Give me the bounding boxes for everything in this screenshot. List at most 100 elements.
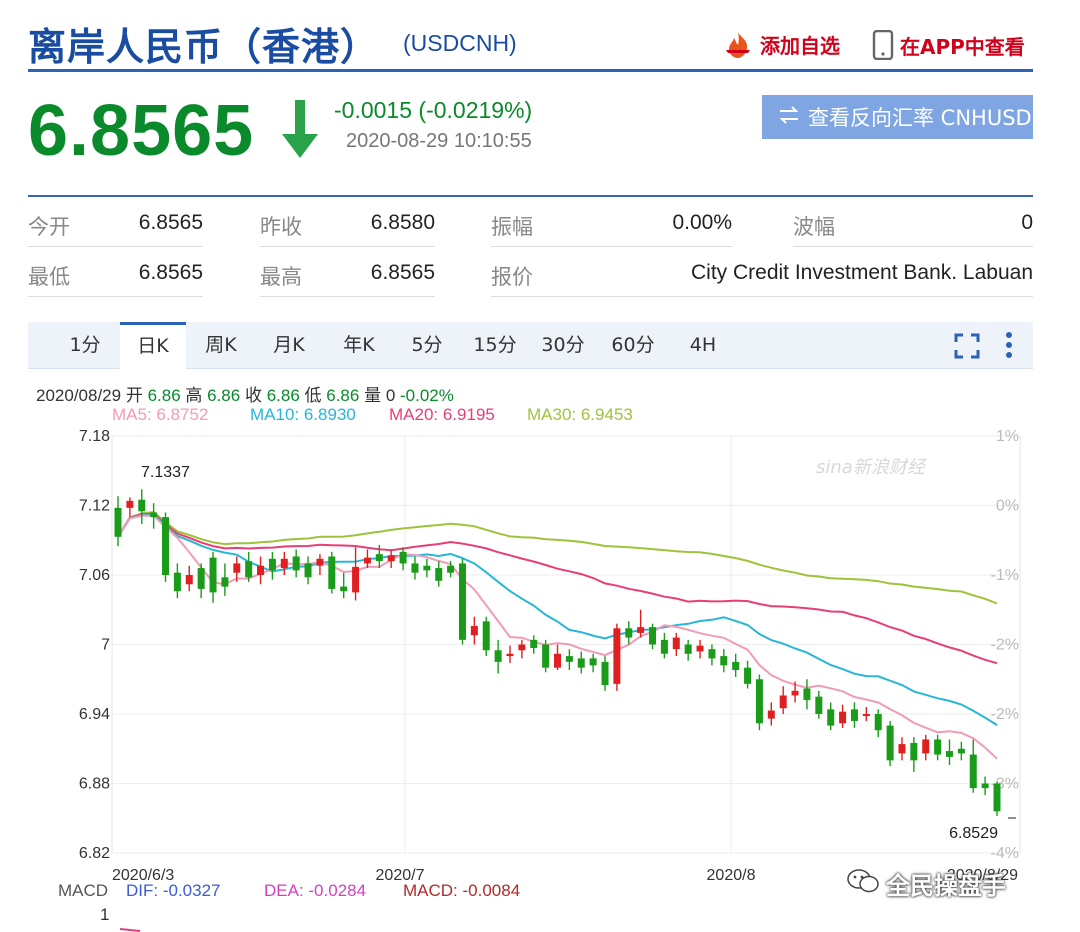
candle-body [720,656,728,666]
ma20-line [117,512,998,665]
stat-label-volatility: 波幅 [793,216,835,239]
open-app-button[interactable]: 在APP中查看 [872,30,1025,60]
ma10-line [117,513,998,726]
ma30-legend: MA30: 6.9453 [527,405,633,424]
y-tick-label: 7.06 [79,567,110,584]
candle-body [162,517,170,575]
candle-body [637,627,645,633]
candle-body [530,639,538,648]
stat-label-open: 今开 [28,216,70,239]
plot-frame [111,435,1021,854]
tab-5min[interactable]: 5分 [394,322,460,369]
open-app-label: 在APP中查看 [900,34,1025,59]
ohlc-close: 6.86 [266,386,300,405]
candle-body [221,577,229,587]
tab-30min[interactable]: 30分 [530,322,596,369]
ohlc-low: 6.86 [326,386,360,405]
pct-tick-label: 0% [996,498,1019,515]
candle-body [744,667,752,684]
macd-axis-tick: 1 [100,905,110,924]
candle-body [732,661,740,670]
stat-label-prev-close: 昨收 [260,216,302,239]
ohlc-date: 2020/08/29 [36,386,122,405]
pct-tick-label: -3% [991,776,1019,793]
stat-value-low: 6.8565 [138,261,203,284]
ma20-legend: MA20: 6.9195 [389,405,495,424]
x-axis-label: 2020/8 [707,867,756,884]
ohlc-info: 2020/08/29 开 6.86 高 6.86 收 6.86 低 6.86 量… [36,381,454,406]
ohlc-close-label: 收 [244,386,262,405]
price-change: -0.0015 (-0.0219%) [334,97,533,123]
candle-body [755,679,763,724]
min-price-annotation: 6.8529 [949,825,998,842]
candle-body [447,565,455,573]
y-tick-label: 6.82 [79,845,110,862]
candle-body [185,575,193,585]
candle-body [352,566,360,593]
candle-body [435,568,443,581]
candle-body [649,627,657,645]
ma5-legend: MA5: 6.8752 [112,405,209,424]
tab-weekly-k[interactable]: 周K [188,322,254,369]
more-menu-icon[interactable] [1005,331,1013,363]
pct-tick-label: -2% [991,706,1019,723]
pct-tick-label: -2% [991,637,1019,654]
macd-value: MACD: -0.0084 [403,881,521,900]
reverse-rate-button[interactable]: 查看反向汇率 CNHUSD [762,95,1033,139]
symbol-code: (USDCNH) [403,30,517,56]
tab-60min[interactable]: 60分 [600,322,666,369]
add-watchlist-button[interactable]: 添加自选 [722,30,840,59]
candle-body [862,714,870,716]
tab-monthly-k[interactable]: 月K [256,322,322,369]
tab-yearly-k[interactable]: 年K [326,322,392,369]
tab-daily-k[interactable]: 日K [120,322,186,369]
stat-label-high: 最高 [260,266,302,289]
candle-body [257,565,265,575]
fullscreen-icon[interactable] [954,333,980,363]
candle-body [660,639,668,654]
candle-body [173,572,181,592]
macd-line [119,928,141,932]
chart-period-tabs: 1分 日K 周K 月K 年K 5分 15分 30分 60分 4H [28,322,1033,369]
current-price: 6.8565 [28,91,255,171]
tab-1min[interactable]: 1分 [52,322,118,369]
tab-4h[interactable]: 4H [670,322,736,369]
candle-body [399,551,407,564]
y-tick-label: 7.18 [79,428,110,445]
quote-time: 2020-08-29 10:10:55 [346,130,532,152]
candle-body [209,557,217,593]
stat-value-volatility: 0 [1021,211,1033,234]
macd-label: MACD [58,881,109,900]
ohlc-pct: -0.02% [400,386,454,405]
candle-body [363,557,371,564]
tab-15min[interactable]: 15分 [462,322,528,369]
candle-body [850,709,858,721]
candle-body [506,653,514,657]
candle-body [910,742,918,761]
candle-body [945,751,953,757]
candle-body [411,563,419,573]
arrow-down-icon [280,98,320,164]
pct-tick-label: -1% [991,567,1019,584]
wechat-icon [846,867,880,901]
candle-body [470,625,478,636]
candle-body [423,565,431,571]
candle-body [518,644,526,651]
ohlc-high: 6.86 [207,386,241,405]
flame-icon [722,31,754,59]
candle-body [280,558,288,569]
candle-body [482,621,490,651]
ohlc-open-label: 开 [125,386,143,405]
page-title: 离岸人民币（香港） [28,25,380,69]
ohlc-low-label: 低 [304,386,322,405]
stats-divider [28,195,1033,197]
stat-value-amplitude: 0.00% [672,211,732,234]
candle-body [340,586,348,592]
phone-icon [872,30,894,60]
candle-body [494,650,502,662]
reverse-rate-label: 查看反向汇率 CNHUSD [808,106,1032,130]
ohlc-high-label: 高 [185,386,203,405]
pct-tick-label: -4% [991,845,1019,862]
y-tick-label: 7.12 [79,498,110,515]
candle-body [815,696,823,714]
